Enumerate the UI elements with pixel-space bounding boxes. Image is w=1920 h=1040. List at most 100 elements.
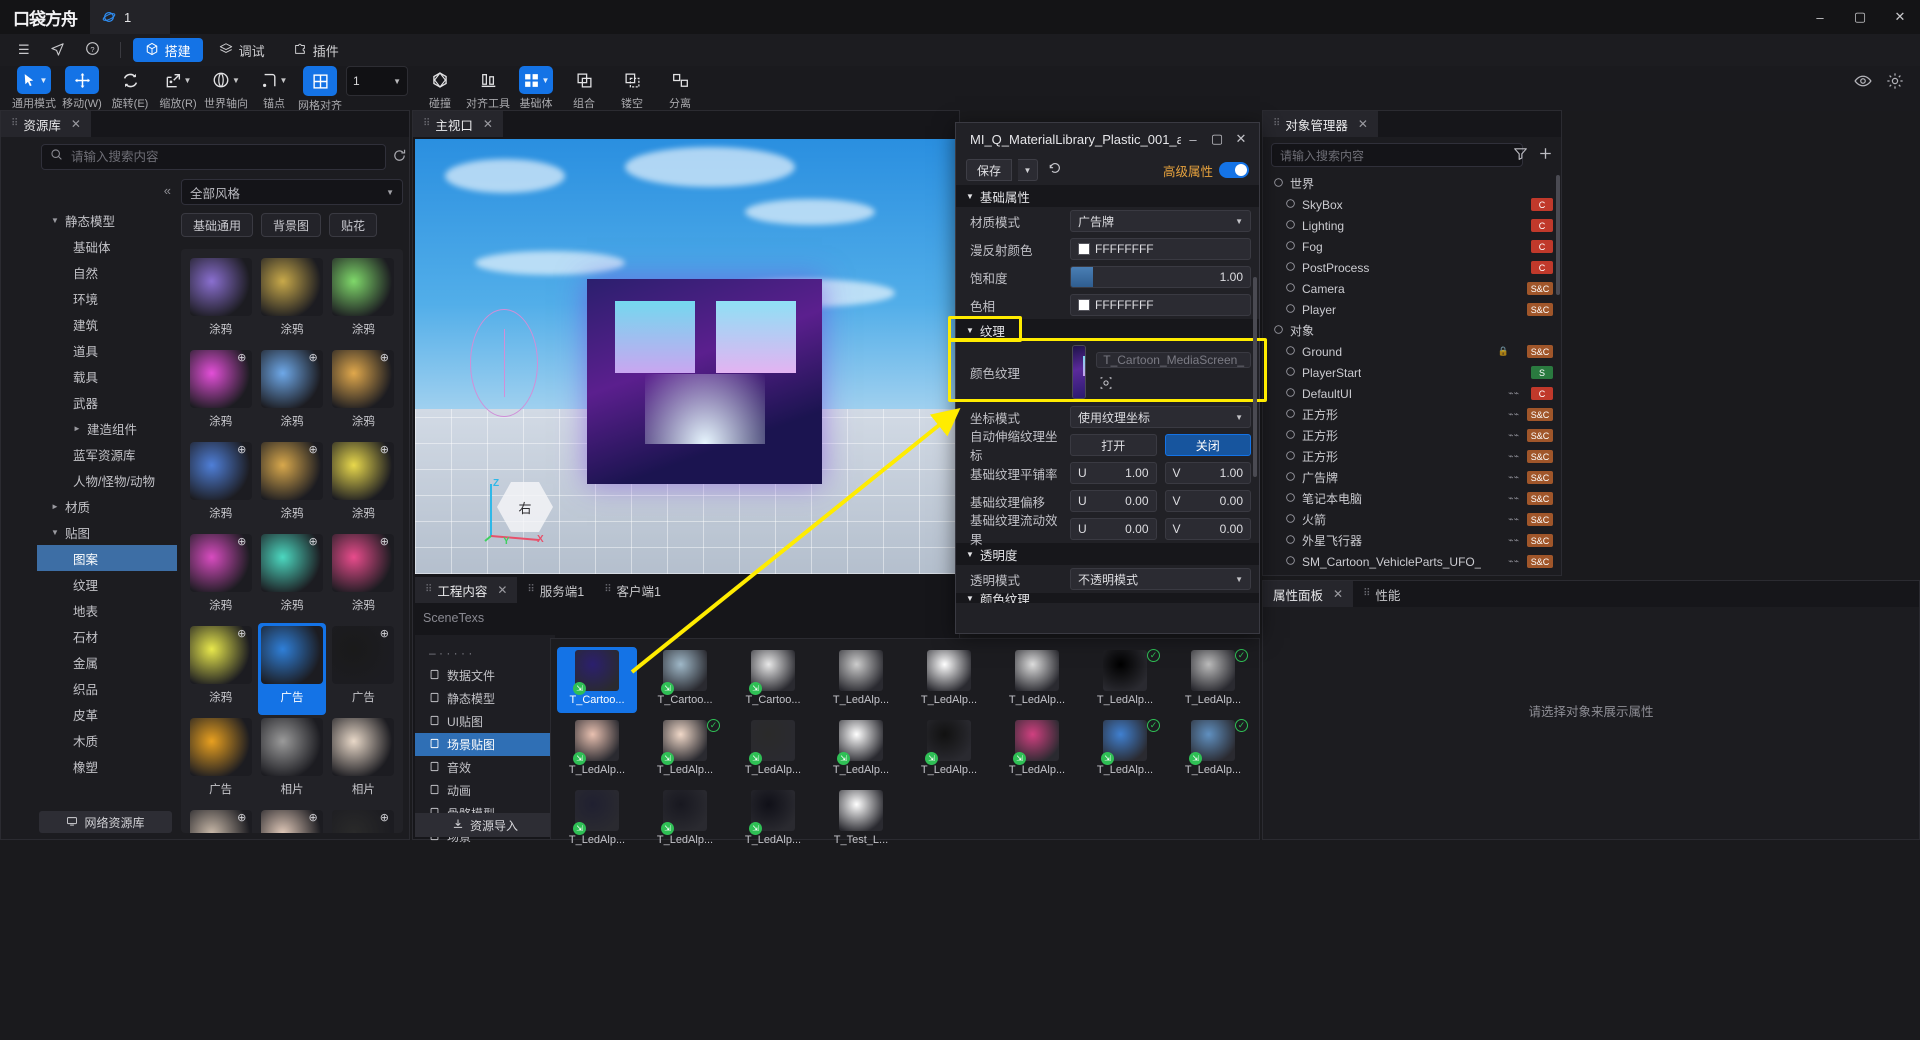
category-item[interactable]: ▼ 静态模型 bbox=[37, 207, 177, 233]
object-tree-row[interactable]: 正方形 ⌁⌁ S&C bbox=[1263, 404, 1561, 425]
tool-collision[interactable]: 碰撞 bbox=[416, 66, 464, 111]
category-item[interactable]: 图案 bbox=[37, 545, 177, 571]
drag-handle-icon[interactable]: ⠿ bbox=[423, 119, 430, 129]
zoom-icon[interactable]: ⊕ bbox=[237, 627, 246, 640]
resource-search-box[interactable] bbox=[41, 144, 386, 170]
asset-import-button[interactable]: 资源导入 bbox=[415, 813, 555, 837]
browser-asset-tile[interactable]: T_LedAlp... ⇲ bbox=[733, 717, 813, 783]
category-item[interactable]: 纹理 bbox=[37, 571, 177, 597]
zoom-icon[interactable]: ⊕ bbox=[237, 811, 246, 824]
asset-tile[interactable]: 涂鸦 ⊕ bbox=[187, 623, 254, 715]
filter-chip[interactable]: 基础通用 bbox=[181, 213, 254, 237]
browser-asset-tile[interactable]: T_LedAlp... bbox=[821, 647, 901, 713]
object-tree-row[interactable]: 笔记本电脑 ⌁⌁ S&C bbox=[1263, 488, 1561, 509]
zoom-icon[interactable]: ⊕ bbox=[237, 535, 246, 548]
chevron-icon[interactable]: ► bbox=[51, 502, 59, 511]
category-item[interactable]: 木质 bbox=[37, 727, 177, 753]
browser-asset-tile[interactable]: T_LedAlp... bbox=[909, 647, 989, 713]
section-header-opacity[interactable]: ▼ 透明度 bbox=[956, 543, 1259, 565]
tool-world-axis[interactable]: ▼ 世界轴向 bbox=[202, 66, 250, 111]
tool-scale[interactable]: ▼ 缩放(R) bbox=[154, 66, 202, 111]
object-tree-row[interactable]: Camera S&C bbox=[1263, 278, 1561, 299]
browser-asset-tile[interactable]: T_LedAlp... ⇲ bbox=[997, 717, 1077, 783]
browser-asset-tile[interactable]: T_LedAlp... ✓ bbox=[1173, 647, 1253, 713]
anchor-icon[interactable]: ▼ bbox=[257, 66, 292, 94]
asset-tile[interactable]: 涂鸦 ⊕ bbox=[258, 531, 325, 623]
object-tree-row[interactable]: 正方形 ⌁⌁ S&C bbox=[1263, 446, 1561, 467]
tool-separate[interactable]: 分离 bbox=[656, 66, 704, 111]
minimize-button[interactable]: – bbox=[1800, 0, 1840, 34]
object-tree-row[interactable]: 正方形 ⌁⌁ S&C bbox=[1263, 425, 1561, 446]
tool-hollow[interactable]: 镂空 bbox=[608, 66, 656, 111]
browser-asset-tile[interactable]: T_Cartoo... ⇲ bbox=[645, 647, 725, 713]
tab-main-viewport[interactable]: ⠿ 主视口 ✕ bbox=[413, 111, 503, 137]
filter-chip[interactable]: 贴花 bbox=[329, 213, 378, 237]
saturation-slider[interactable]: 1.00 bbox=[1070, 266, 1251, 288]
drag-handle-icon[interactable]: ⠿ bbox=[604, 585, 611, 595]
material-scrollbar[interactable] bbox=[1253, 277, 1257, 477]
category-item[interactable]: 橡塑 bbox=[37, 753, 177, 779]
base-tiling-v[interactable]: V 1.00 bbox=[1164, 462, 1251, 484]
section-header-texture[interactable]: ▼ 纹理 bbox=[948, 316, 1259, 342]
browser-asset-tile[interactable]: T_Cartoo... ⇲ bbox=[557, 647, 637, 713]
browser-asset-tile[interactable]: T_LedAlp... ⇲ ✓ bbox=[1173, 717, 1253, 783]
collision-icon[interactable] bbox=[423, 66, 457, 94]
plus-icon[interactable] bbox=[1538, 146, 1553, 164]
object-tree-row[interactable]: DefaultUI ⌁⌁ C bbox=[1263, 383, 1561, 404]
search-input[interactable] bbox=[71, 150, 377, 164]
browser-asset-tile[interactable]: T_LedAlp... ✓ bbox=[1085, 647, 1165, 713]
chevron-icon[interactable]: ► bbox=[73, 424, 81, 433]
content-tree-item[interactable]: 静态模型 bbox=[415, 687, 555, 710]
tab-debug[interactable]: 调试 bbox=[207, 38, 277, 62]
category-item[interactable]: 石材 bbox=[37, 623, 177, 649]
browser-asset-tile[interactable]: T_LedAlp... bbox=[997, 647, 1077, 713]
scale-icon[interactable]: ▼ bbox=[161, 66, 196, 94]
object-tree-row[interactable]: Fog C bbox=[1263, 236, 1561, 257]
category-item[interactable]: ▼ 贴图 bbox=[37, 519, 177, 545]
asset-tile[interactable]: 涂鸦 ⊕ bbox=[187, 531, 254, 623]
tab-resource-library[interactable]: ⠿ 资源库 ✕ bbox=[1, 111, 91, 137]
help-button[interactable]: ? bbox=[77, 38, 108, 62]
category-item[interactable]: 金属 bbox=[37, 649, 177, 675]
category-item[interactable]: 武器 bbox=[37, 389, 177, 415]
object-tree-row[interactable]: 外星飞行器 ⌁⌁ S&C bbox=[1263, 530, 1561, 551]
tool-grid-snap[interactable]: 网格对齐 1 ▼ bbox=[298, 66, 416, 112]
object-tree-row[interactable]: Ground 🔒 S&C bbox=[1263, 341, 1561, 362]
grid-size-input[interactable]: 1 ▼ bbox=[346, 66, 408, 96]
primitives-icon[interactable]: ▼ bbox=[518, 66, 554, 94]
material-window-titlebar[interactable]: MI_Q_MaterialLibrary_Plastic_001_a – ▢ ✕ bbox=[956, 123, 1259, 155]
tab-build[interactable]: 搭建 bbox=[132, 38, 203, 62]
object-tree-row[interactable]: Lighting C bbox=[1263, 215, 1561, 236]
object-search-box[interactable]: 请输入搜索内容 bbox=[1271, 143, 1523, 167]
close-icon[interactable]: ✕ bbox=[497, 583, 507, 597]
material-close-button[interactable]: ✕ bbox=[1229, 127, 1253, 151]
drag-handle-icon[interactable]: ⠿ bbox=[1363, 589, 1370, 599]
tab-plugins[interactable]: 插件 bbox=[281, 38, 351, 62]
category-item[interactable]: 皮革 bbox=[37, 701, 177, 727]
base-offset-u[interactable]: U 0.00 bbox=[1070, 490, 1157, 512]
settings-icon[interactable] bbox=[1886, 72, 1904, 95]
category-item[interactable]: 自然 bbox=[37, 259, 177, 285]
hamburger-menu-button[interactable]: ☰ bbox=[10, 38, 38, 62]
filter-icon[interactable] bbox=[1513, 146, 1528, 164]
tool-align[interactable]: 对齐工具 bbox=[464, 66, 512, 111]
cursor-icon[interactable]: ▼ bbox=[16, 66, 52, 94]
asset-tile[interactable]: 相片 bbox=[258, 715, 325, 807]
tab-project-content[interactable]: ⠿ 工程内容 ✕ bbox=[415, 577, 518, 603]
globe-icon[interactable]: ▼ bbox=[208, 66, 244, 94]
asset-tile[interactable]: 涂鸦 ⊕ bbox=[187, 347, 254, 439]
asset-tile[interactable]: 涂鸦 ⊕ bbox=[330, 439, 397, 531]
asset-tile[interactable]: 涂鸦 bbox=[258, 255, 325, 347]
object-tree-row[interactable]: PlayerStart S bbox=[1263, 362, 1561, 383]
hue-color-field[interactable]: FFFFFFFF bbox=[1070, 294, 1251, 316]
rotate-icon[interactable] bbox=[113, 66, 147, 94]
drag-handle-icon[interactable]: ⠿ bbox=[527, 585, 534, 595]
content-tree-item[interactable]: UI贴图 bbox=[415, 710, 555, 733]
send-button[interactable] bbox=[42, 38, 73, 62]
refresh-icon[interactable] bbox=[392, 148, 407, 167]
close-icon[interactable]: ✕ bbox=[71, 117, 81, 131]
zoom-icon[interactable]: ⊕ bbox=[380, 627, 389, 640]
content-tree-item[interactable]: 数据文件 bbox=[415, 664, 555, 687]
asset-tile[interactable]: 涂鸦 ⊕ bbox=[330, 347, 397, 439]
base-tiling-u[interactable]: U 1.00 bbox=[1070, 462, 1157, 484]
